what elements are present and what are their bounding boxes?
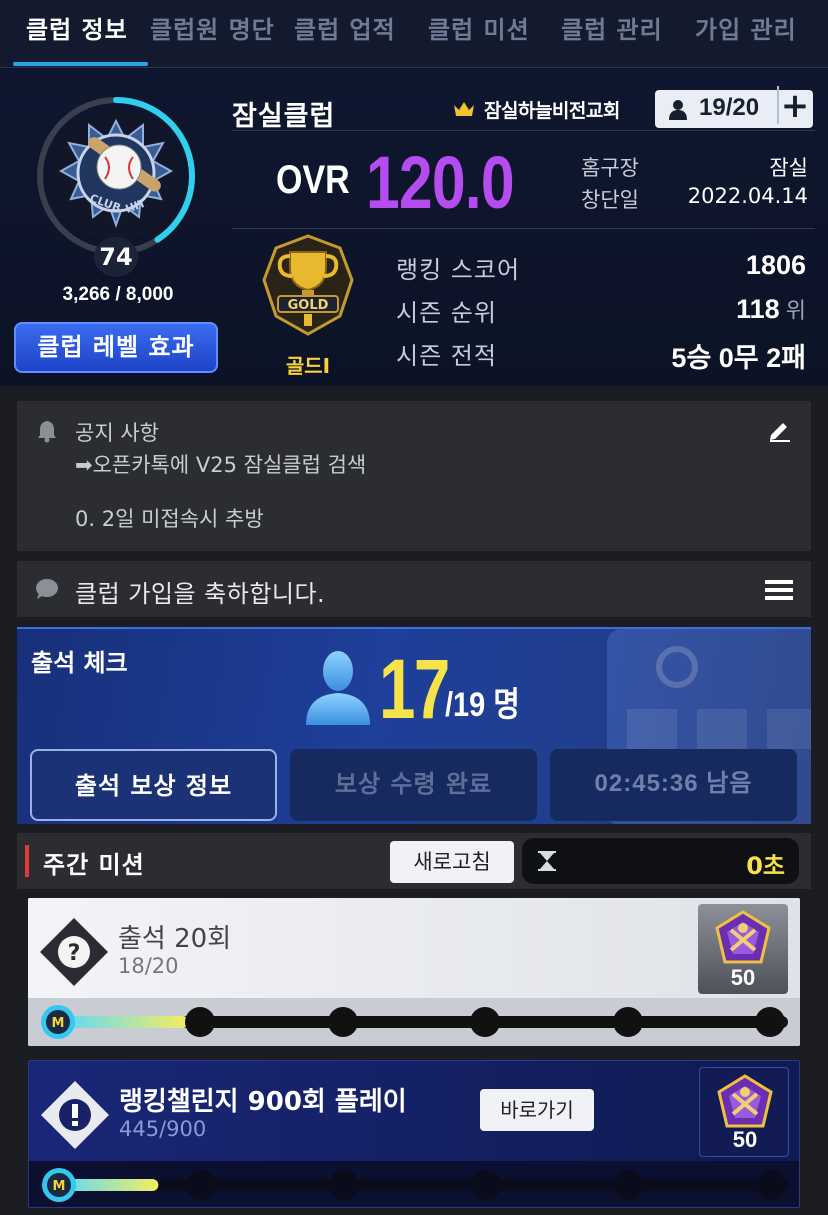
notice-title: 공지 사항 <box>75 421 159 445</box>
mission-card: ? 출석 20회 18/20 50 M <box>28 898 800 1046</box>
member-count: 19/20 <box>699 94 760 121</box>
club-name: 잠실클럽 <box>232 101 336 132</box>
tab-club-missions[interactable]: 클럽 미션 <box>428 10 530 45</box>
tier-name: 골드I <box>285 354 331 378</box>
member-count-box: 19/20 + <box>655 86 813 128</box>
attendance-title: 출석 체크 <box>31 649 128 677</box>
mission-card: 랭킹챌린지 900회 플레이 445/900 바로가기 50 M <box>28 1060 800 1208</box>
club-chat-bar[interactable]: 클럽 가입을 축하합니다. <box>17 561 811 617</box>
season-rank-value: 118 위 <box>736 293 806 325</box>
home-stadium-label: 홈구장 <box>581 156 639 180</box>
notice-line: 0. 2일 미접속시 추방 <box>75 507 264 531</box>
club-owner: 잠실하늘비전교회 <box>484 100 620 122</box>
season-record-value: 5승 0무 2패 <box>671 343 806 373</box>
active-tab-indicator <box>13 62 148 66</box>
notice-panel: 공지 사항 ➡오픈카톡에 V25 잠실클럽 검색 0. 2일 미접속시 추방 <box>17 401 811 551</box>
mission-progress: 18/20 <box>118 954 179 978</box>
mission-title: 출석 20회 <box>118 924 232 954</box>
mission-reward[interactable]: 50 <box>699 1067 789 1157</box>
mission-reward[interactable]: 50 <box>698 904 788 994</box>
mission-progress: 445/900 <box>119 1117 207 1141</box>
person-icon <box>669 100 687 120</box>
club-level: 74 <box>94 237 138 277</box>
mission-progress-track: M <box>28 998 800 1046</box>
tab-bar: 클럽 정보 클럽원 명단 클럽 업적 클럽 미션 클럽 관리 가입 관리 <box>0 0 828 68</box>
weekly-mission-header: 주간 미션 새로고침 0초 <box>17 833 811 889</box>
founded-label: 창단일 <box>581 188 639 212</box>
exclamation-icon <box>41 1081 109 1149</box>
mission-title: 랭킹챌린지 900회 플레이 <box>119 1087 407 1117</box>
tab-join-management[interactable]: 가입 관리 <box>695 10 797 45</box>
reward-claimed-button[interactable]: 보상 수령 완료 <box>290 749 537 821</box>
season-rank-number: 118 <box>736 294 780 324</box>
hourglass-icon <box>538 851 556 871</box>
ovr-label: OVR <box>276 158 350 202</box>
refresh-timer: 0초 <box>522 838 799 884</box>
club-xp: 3,266 / 8,000 <box>62 284 174 305</box>
edit-pencil-icon[interactable] <box>767 417 793 443</box>
tab-club-management[interactable]: 클럽 관리 <box>561 10 663 45</box>
go-to-button[interactable]: 바로가기 <box>480 1089 594 1131</box>
notice-line: ➡오픈카톡에 V25 잠실클럽 검색 <box>75 453 367 477</box>
divider <box>232 130 815 131</box>
season-rank-unit: 위 <box>779 298 806 323</box>
season-rank-label: 시즌 순위 <box>396 299 497 327</box>
tier-badge-text: GOLD <box>288 298 329 313</box>
bell-icon <box>38 421 56 443</box>
mission-progress-track: M <box>29 1161 799 1207</box>
founded-value: 2022.04.14 <box>687 184 808 208</box>
gold-tier-badge-icon[interactable]: GOLD <box>260 234 356 338</box>
milestone-badge: M <box>52 1016 65 1031</box>
ovr-value: 120.0 <box>366 141 515 224</box>
attendance-panel: 출석 체크 17 /19 명 출석 보상 정보 보상 수령 완료 02:45:3… <box>17 627 811 824</box>
season-record-label: 시즌 전적 <box>396 342 497 370</box>
club-emblem[interactable]: CLUB HIT <box>35 95 197 257</box>
menu-icon[interactable] <box>765 579 793 601</box>
attendance-time-remaining: 02:45:36 남음 <box>550 749 797 821</box>
person-silhouette-icon <box>306 651 370 725</box>
ranking-score-value: 1806 <box>746 250 806 281</box>
section-marker <box>25 845 29 877</box>
attendance-reward-info-button[interactable]: 출석 보상 정보 <box>30 749 277 821</box>
question-icon: ? <box>40 918 108 986</box>
level-ring: CLUB HIT <box>37 97 195 255</box>
refresh-timer-value: 0초 <box>746 852 785 880</box>
crown-icon <box>454 102 474 116</box>
invite-member-button[interactable]: + <box>777 86 811 126</box>
milestone-track: M <box>41 1005 788 1039</box>
home-stadium-value: 잠실 <box>769 156 808 180</box>
tab-member-list[interactable]: 클럽원 명단 <box>150 10 275 45</box>
svg-text:?: ? <box>68 941 81 966</box>
chat-bubble-icon <box>36 579 58 599</box>
refresh-button[interactable]: 새로고침 <box>390 841 514 883</box>
club-level-effect-button[interactable]: 클럽 레벨 효과 <box>14 322 218 373</box>
ranking-score-number: 1806 <box>745 250 806 280</box>
reward-gem-icon <box>715 910 771 964</box>
reward-value: 50 <box>730 965 756 990</box>
milestone-track: M <box>42 1168 789 1202</box>
ranking-score-label: 랭킹 스코어 <box>396 256 521 284</box>
reward-value: 50 <box>732 1127 758 1152</box>
reward-gem-icon <box>717 1074 773 1128</box>
milestone-badge: M <box>53 1179 66 1194</box>
chat-message: 클럽 가입을 축하합니다. <box>75 580 326 608</box>
attendance-total: /19 명 <box>445 686 520 724</box>
weekly-mission-title: 주간 미션 <box>43 851 145 879</box>
tab-club-achievements[interactable]: 클럽 업적 <box>294 10 396 45</box>
divider <box>232 228 815 229</box>
tab-club-info[interactable]: 클럽 정보 <box>26 10 128 45</box>
attendance-count: 17 <box>379 642 450 736</box>
